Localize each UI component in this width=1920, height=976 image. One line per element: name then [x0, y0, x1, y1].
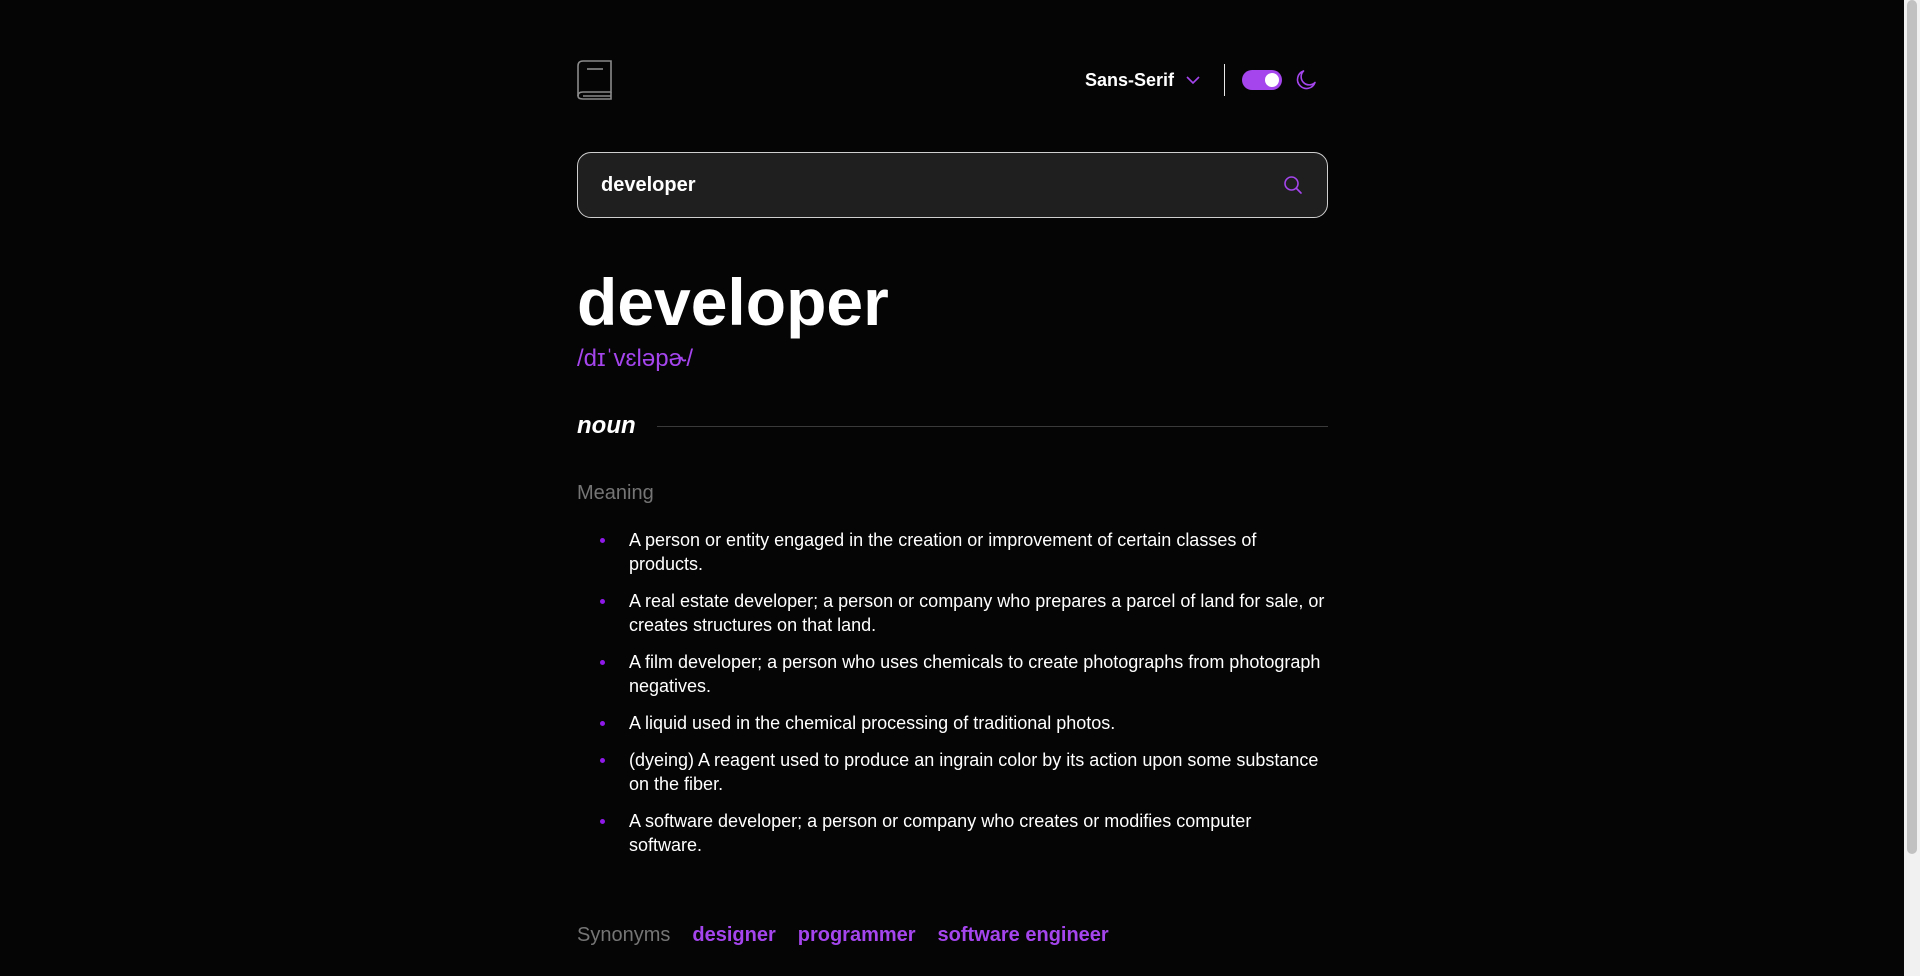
definition-item: A real estate developer; a person or com…: [577, 589, 1328, 637]
definition-text: A real estate developer; a person or com…: [629, 591, 1325, 635]
header-divider: [1224, 64, 1225, 96]
part-of-speech: noun: [577, 412, 636, 439]
search-box: [577, 152, 1328, 218]
bullet-icon: [600, 599, 605, 604]
font-family-selector[interactable]: Sans-Serif: [1085, 68, 1200, 92]
header: Sans-Serif: [577, 60, 1328, 100]
synonyms-row: Synonyms designer programmer software en…: [577, 921, 1131, 949]
book-logo-icon[interactable]: [577, 60, 613, 100]
definitions-list: A person or entity engaged in the creati…: [577, 528, 1328, 870]
definition-item: A film developer; a person who uses chem…: [577, 650, 1328, 698]
definition-text: (dyeing) A reagent used to produce an in…: [629, 750, 1319, 794]
definition-text: A film developer; a person who uses chem…: [629, 652, 1321, 696]
theme-toggle[interactable]: [1242, 70, 1282, 90]
definition-item: A liquid used in the chemical processing…: [577, 711, 1328, 735]
meaning-heading: Meaning: [577, 482, 654, 504]
page: Sans-Serif developer /dɪˈvɛləpɚ/ noun: [0, 0, 1920, 976]
moon-icon: [1296, 70, 1316, 90]
synonym-link[interactable]: software engineer: [938, 924, 1109, 947]
definition-item: A software developer; a person or compan…: [577, 809, 1328, 857]
definition-item: A person or entity engaged in the creati…: [577, 528, 1328, 576]
chevron-down-icon: [1186, 76, 1200, 85]
font-family-label: Sans-Serif: [1085, 69, 1175, 90]
definition-text: A person or entity engaged in the creati…: [629, 530, 1257, 574]
bullet-icon: [600, 819, 605, 824]
search-input[interactable]: [601, 153, 1261, 217]
definition-item: (dyeing) A reagent used to produce an in…: [577, 748, 1328, 796]
search-icon[interactable]: [1283, 175, 1303, 195]
bullet-icon: [600, 758, 605, 763]
definition-text: A software developer; a person or compan…: [629, 811, 1252, 855]
theme-toggle-knob: [1265, 73, 1279, 87]
bullet-icon: [600, 660, 605, 665]
part-of-speech-divider: [657, 426, 1328, 427]
word-title: developer: [577, 265, 889, 339]
scrollbar-thumb[interactable]: [1907, 0, 1917, 854]
phonetic-text: /dɪˈvɛləpɚ/: [577, 345, 693, 372]
bullet-icon: [600, 538, 605, 543]
synonym-link[interactable]: programmer: [798, 924, 916, 947]
page-scrollbar[interactable]: [1904, 0, 1920, 976]
synonyms-heading: Synonyms: [577, 923, 671, 946]
definition-text: A liquid used in the chemical processing…: [629, 713, 1116, 733]
synonym-link[interactable]: designer: [692, 924, 775, 947]
bullet-icon: [600, 721, 605, 726]
